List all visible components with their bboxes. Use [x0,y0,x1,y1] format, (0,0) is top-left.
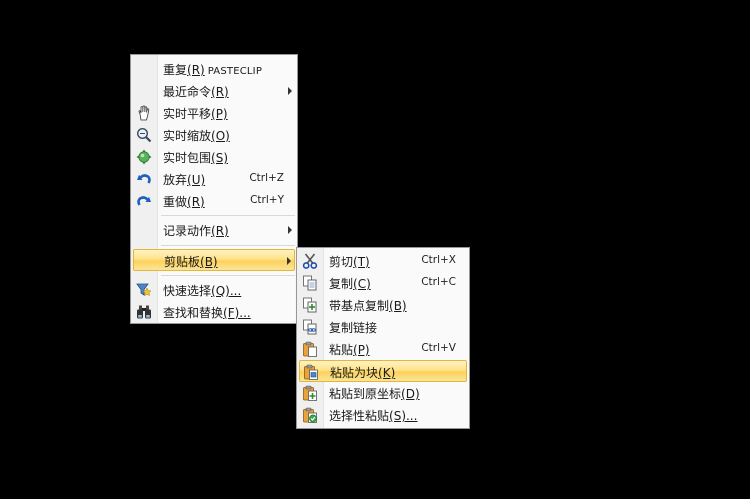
menu-item-shortcut: Ctrl+C [421,276,456,288]
menu-item-label: 快速选择 [163,284,212,298]
menu-item-accelerator: (B) [200,255,218,269]
copy-pages-icon [301,274,319,292]
menu-item-find-replace[interactable]: 查找和替换(F)... [133,301,295,323]
menu-item-accelerator: (R) [211,85,229,99]
menu-item-accelerator: (R) [187,195,205,209]
desktop-background: 重复(R) PASTECLIP 最近命令(R) 实时平移(P) 实时缩放(O) … [0,0,750,499]
menu-separator [161,245,295,246]
menu-item-label: 复制 [329,277,354,291]
menu-item-accelerator: (R) [211,224,229,238]
menu-item-label: 粘贴 [329,343,354,357]
submenu-item-cut[interactable]: 剪切(T) Ctrl+X [299,250,467,272]
copy-basepoint-icon [301,296,319,314]
menu-item-accelerator: (Q)... [211,284,242,298]
menu-separator [161,215,295,216]
submenu-arrow-icon [288,87,292,95]
menu-item-accelerator: (U) [187,173,206,187]
menu-item-label: 剪贴板 [164,255,201,269]
copy-link-icon [301,318,319,336]
orbit-icon [135,148,153,166]
menu-item-accelerator: (C) [353,277,371,291]
pan-hand-icon [135,104,153,122]
menu-item-label: 最近命令 [163,85,212,99]
menu-item-accelerator: (O) [211,129,230,143]
menu-item-label: 粘贴为块 [330,366,379,380]
menu-item-label: 实时平移 [163,107,212,121]
paste-special-icon [301,406,319,424]
menu-item-recent-commands[interactable]: 最近命令(R) [133,80,295,102]
menu-item-command-name: PASTECLIP [207,66,263,77]
menu-item-undo[interactable]: 放弃(U) Ctrl+Z [133,168,295,190]
submenu-item-copy-link[interactable]: 复制链接 [299,316,467,338]
menu-item-realtime-zoom[interactable]: 实时缩放(O) [133,124,295,146]
menu-item-label: 选择性粘贴 [329,409,390,423]
menu-item-realtime-pan[interactable]: 实时平移(P) [133,102,295,124]
menu-item-repeat-pasteclip[interactable]: 重复(R) PASTECLIP [133,58,295,80]
submenu-item-copy-with-basepoint[interactable]: 带基点复制(B) [299,294,467,316]
menu-separator [161,275,295,276]
menu-item-label: 放弃 [163,173,188,187]
menu-item-accelerator: (B) [389,299,407,313]
menu-item-accelerator: (P) [353,343,370,357]
menu-item-label: 粘贴到原坐标 [329,387,402,401]
funnel-filter-icon [135,281,153,299]
submenu-item-copy[interactable]: 复制(C) Ctrl+C [299,272,467,294]
menu-item-shortcut: Ctrl+V [421,342,456,354]
menu-item-accelerator: (R) [187,63,205,77]
menu-item-label: 查找和替换 [163,306,224,320]
menu-item-label: 重做 [163,195,188,209]
paste-clipboard-icon [301,340,319,358]
menu-item-record-action[interactable]: 记录动作(R) [133,219,295,241]
menu-item-clipboard[interactable]: 剪贴板(B) [133,249,295,271]
menu-item-shortcut: Ctrl+X [421,254,456,266]
clipboard-submenu: 剪切(T) Ctrl+X 复制(C) Ctrl+C 带基点复制(B) 复制链接 … [296,247,470,429]
menu-item-redo[interactable]: 重做(R) Ctrl+Y [133,190,295,212]
menu-item-label: 复制链接 [329,321,378,335]
zoom-magnifier-icon [135,126,153,144]
submenu-item-paste-special[interactable]: 选择性粘贴(S)... [299,404,467,426]
menu-item-accelerator: (F)... [223,306,251,320]
submenu-arrow-icon [287,257,291,265]
menu-item-accelerator: (T) [353,255,370,269]
binoculars-icon [135,303,153,321]
menu-item-accelerator: (K) [378,366,396,380]
submenu-item-paste-as-block[interactable]: 粘贴为块(K) [299,360,467,382]
paste-original-coords-icon [301,384,319,402]
redo-arrow-icon [135,192,153,210]
menu-item-label: 剪切 [329,255,354,269]
menu-item-accelerator: (S)... [389,409,418,423]
menu-item-label: 记录动作 [163,224,212,238]
submenu-item-paste[interactable]: 粘贴(P) Ctrl+V [299,338,467,360]
menu-item-label: 实时缩放 [163,129,212,143]
submenu-item-paste-to-original-coords[interactable]: 粘贴到原坐标(D) [299,382,467,404]
menu-item-label: 实时包围 [163,151,212,165]
submenu-arrow-icon [288,226,292,234]
menu-item-accelerator: (S) [211,151,228,165]
menu-item-quick-select[interactable]: 快速选择(Q)... [133,279,295,301]
undo-arrow-icon [135,170,153,188]
menu-item-label: 带基点复制 [329,299,390,313]
menu-item-shortcut: Ctrl+Y [250,194,284,206]
menu-item-realtime-orbit[interactable]: 实时包围(S) [133,146,295,168]
menu-item-accelerator: (P) [211,107,228,121]
menu-item-shortcut: Ctrl+Z [249,172,284,184]
context-menu: 重复(R) PASTECLIP 最近命令(R) 实时平移(P) 实时缩放(O) … [130,54,298,324]
scissors-icon [301,252,319,270]
menu-item-accelerator: (D) [401,387,420,401]
paste-block-icon [302,363,320,381]
menu-item-label: 重复 [163,63,188,77]
